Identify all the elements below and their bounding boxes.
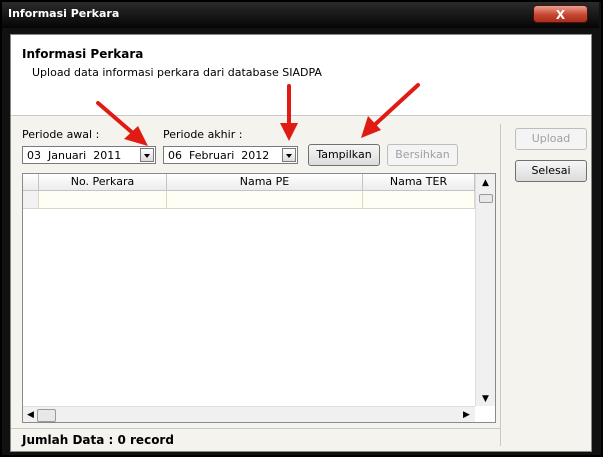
cell-nama-pe[interactable] — [167, 191, 363, 209]
close-button[interactable]: X — [533, 5, 588, 23]
vertical-scrollbar[interactable]: ▲ ▼ — [475, 174, 495, 406]
selesai-button[interactable]: Selesai — [515, 160, 587, 182]
row-header[interactable] — [23, 191, 39, 209]
row-header-corner — [23, 174, 39, 191]
record-count-status: Jumlah Data : 0 record — [22, 433, 174, 447]
hscroll-thumb[interactable] — [37, 409, 56, 422]
tampilkan-button[interactable]: Tampilkan — [308, 144, 380, 166]
start-period-value: 03 Januari 2011 — [27, 149, 122, 162]
bersihkan-button[interactable]: Bersihkan — [387, 144, 458, 166]
scroll-up-icon[interactable]: ▲ — [482, 179, 489, 188]
cell-nama-ter[interactable] — [363, 191, 475, 209]
column-header-nama-ter[interactable]: Nama TER — [363, 174, 475, 191]
end-period-select[interactable]: 06 Februari 2012 — [163, 146, 298, 164]
end-period-label: Periode akhir : — [163, 128, 243, 141]
scroll-left-icon[interactable]: ◀ — [27, 411, 34, 420]
column-header-no-perkara[interactable]: No. Perkara — [39, 174, 167, 191]
scroll-thumb[interactable] — [479, 194, 493, 203]
window-title: Informasi Perkara — [8, 7, 120, 20]
upload-button[interactable]: Upload — [515, 128, 587, 150]
header-subtitle: Upload data informasi perkara dari datab… — [32, 66, 322, 79]
header-title: Informasi Perkara — [22, 47, 144, 61]
close-icon: X — [555, 8, 566, 22]
data-grid[interactable] — [22, 173, 496, 423]
chevron-down-icon[interactable] — [140, 148, 154, 162]
start-period-label: Periode awal : — [22, 128, 100, 141]
vertical-divider — [500, 124, 501, 446]
chevron-down-icon[interactable] — [282, 148, 296, 162]
end-period-value: 06 Februari 2012 — [168, 149, 270, 162]
cell-no-perkara[interactable] — [39, 191, 167, 209]
scroll-down-icon[interactable]: ▼ — [482, 395, 489, 404]
horizontal-scrollbar[interactable]: ◀ ▶ — [23, 406, 475, 422]
scroll-right-icon[interactable]: ▶ — [463, 411, 470, 420]
start-period-select[interactable]: 03 Januari 2011 — [22, 146, 156, 164]
status-divider — [11, 428, 500, 429]
column-header-nama-pe[interactable]: Nama PE — [167, 174, 363, 191]
